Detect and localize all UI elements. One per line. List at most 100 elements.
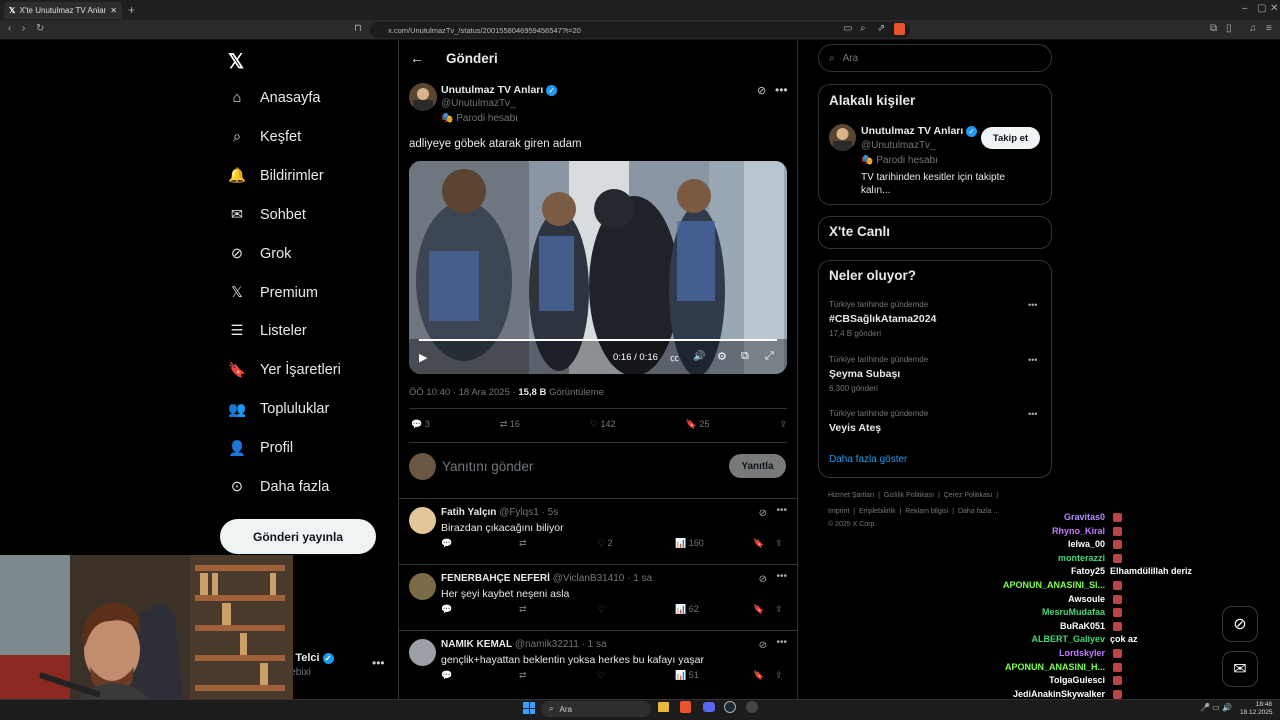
taskbar-search[interactable]: ⌕ Ara (541, 701, 651, 717)
reply-action-icon[interactable]: 💬 (441, 538, 452, 549)
extensions-icon[interactable]: ⧉ (1210, 23, 1217, 34)
reply-more-icon[interactable]: ••• (776, 571, 787, 582)
sidebar-item[interactable]: 🔔 Bildirimler (228, 164, 324, 188)
reply-more-icon[interactable]: ••• (776, 637, 787, 648)
reply-author[interactable]: Fatih Yalçın (441, 507, 496, 518)
menu-icon[interactable]: ≡ (1266, 23, 1272, 34)
show-more-link[interactable]: Daha fazla göster (829, 454, 907, 465)
brave-shield-icon[interactable] (894, 23, 905, 35)
pip-icon[interactable]: ⧉ (741, 350, 749, 363)
share-action-icon[interactable]: ⇪ (775, 538, 783, 549)
trend-item[interactable]: Türkiye tarihinde gündemde #CBSağlıkAtama… (829, 300, 936, 338)
share-action-icon[interactable]: ⇪ (779, 419, 787, 430)
reply-more-icon[interactable]: ••• (776, 505, 787, 516)
sidebar-item[interactable]: ⊙ Daha fazla (228, 475, 329, 499)
footer-link[interactable]: Gizlilik Politikası (884, 492, 934, 499)
footer-link[interactable]: Erişilebilirlik (859, 508, 896, 515)
reply-author[interactable]: FENERBAHÇE NEFERİ (441, 573, 550, 584)
close-window-icon[interactable]: ✕ (1270, 3, 1278, 14)
like-action[interactable]: ♡ 2 (597, 538, 613, 549)
views-action[interactable]: 📊 51 (675, 670, 699, 681)
bookmark-page-icon[interactable]: ⊓ (354, 23, 362, 34)
related-name[interactable]: Unutulmaz TV Anları ✓ (861, 125, 978, 137)
account-name[interactable]: r Telci ✓ (288, 652, 334, 664)
author-name[interactable]: Unutulmaz TV Anları ✓ (441, 84, 558, 96)
sidebar-item[interactable]: ⊘ Grok (228, 242, 292, 266)
footer-link[interactable]: Çerez Politikası (944, 492, 993, 499)
reply-action-icon[interactable]: 💬 (441, 670, 452, 681)
trend-item[interactable]: Türkiye tarihinde gündemde Veyis Ateş (829, 409, 928, 438)
bookmark-action[interactable]: 🔖 25 (686, 419, 710, 430)
minimize-icon[interactable]: – (1242, 3, 1248, 14)
clock[interactable]: 18:48 18.12.2025 (1240, 701, 1273, 717)
account-more-icon[interactable]: ••• (372, 656, 385, 670)
sidebar-item[interactable]: 🔖 Yer İşaretleri (228, 358, 341, 382)
post-more-icon[interactable]: ••• (775, 83, 788, 97)
share-icon[interactable]: ⇗ (877, 23, 885, 34)
sidebar-toggle-icon[interactable]: ▯ (1226, 23, 1232, 34)
reply-item[interactable]: NAMIK KEMAL @namik32211 · 1 sa gençlik+ha… (399, 630, 797, 696)
steam-icon[interactable] (724, 701, 736, 713)
author-handle[interactable]: @UnutulmazTv_ (441, 98, 516, 109)
retweet-action[interactable]: ⇄ (519, 538, 527, 549)
reply-item[interactable]: FENERBAHÇE NEFERİ @ViclanB31410 · 1 sa He… (399, 564, 797, 630)
play-icon[interactable]: ▶ (419, 351, 427, 364)
views-action[interactable]: 📊 160 (675, 538, 704, 549)
trend-item[interactable]: Türkiye tarihinde gündemde Şeyma Subaşı 6.… (829, 355, 928, 393)
trend-more-icon[interactable]: ••• (1028, 355, 1037, 365)
post-button[interactable]: Gönderi yayınla (220, 519, 376, 554)
sidebar-item[interactable]: ⌕ Keşfet (228, 125, 301, 149)
maximize-icon[interactable]: ▢ (1257, 3, 1266, 14)
sidebar-item[interactable]: ✉ Sohbet (228, 203, 306, 227)
retweet-action[interactable]: ⇄ 16 (500, 419, 520, 430)
bookmark-action-icon[interactable]: 🔖 (753, 538, 764, 549)
grok-explain-icon[interactable]: ⊘ (759, 574, 767, 585)
discord-icon[interactable] (703, 702, 715, 712)
video-player[interactable]: ▶ 0:16 / 0:16 ㏄ 🔊 ⚙ ⧉ ⤢ (409, 161, 787, 374)
music-icon[interactable]: ♫ (1249, 23, 1257, 34)
tray-icons[interactable]: 🎤 ▭ 🔊 (1200, 703, 1232, 712)
trend-more-icon[interactable]: ••• (1028, 300, 1037, 310)
install-icon[interactable]: ▭ (843, 23, 852, 34)
reply-avatar[interactable] (409, 507, 436, 534)
sidebar-item[interactable]: 👥 Topluluklar (228, 397, 329, 421)
file-explorer-icon[interactable] (658, 702, 669, 712)
browser-tab[interactable]: 𝕏 X'te Unutulmaz TV Anları: "adliy... ✕ (4, 2, 122, 19)
windows-start-icon[interactable] (523, 702, 535, 714)
video-progress-track[interactable] (419, 339, 777, 341)
new-tab-button[interactable]: + (128, 3, 135, 17)
grok-fab-icon[interactable]: ⊘ (1222, 606, 1258, 642)
search-input[interactable]: ⌕ Ara (818, 44, 1052, 72)
bookmark-action-icon[interactable]: 🔖 (753, 670, 764, 681)
author-avatar[interactable] (409, 83, 437, 111)
reply-handle[interactable]: @ViclanB31410 (553, 573, 625, 584)
footer-link[interactable]: Reklam bilgisi (905, 508, 948, 515)
footer-link[interactable]: Imprint (828, 508, 849, 515)
like-action[interactable]: ♡ 142 (590, 419, 616, 430)
grok-explain-icon[interactable]: ⊘ (759, 640, 767, 651)
sidebar-item[interactable]: 𝕏 Premium (228, 281, 318, 305)
reply-avatar[interactable] (409, 639, 436, 666)
reply-submit-button[interactable]: Yanıtla (729, 454, 786, 478)
share-action-icon[interactable]: ⇪ (775, 670, 783, 681)
like-action[interactable]: ♡ (597, 670, 605, 681)
retweet-action[interactable]: ⇄ (519, 670, 527, 681)
reply-avatar[interactable] (409, 573, 436, 600)
views-action[interactable]: 📊 62 (675, 604, 699, 615)
grok-explain-icon[interactable]: ⊘ (759, 508, 767, 519)
share-action-icon[interactable]: ⇪ (775, 604, 783, 615)
zoom-icon[interactable]: ⌕ (860, 23, 866, 34)
close-tab-icon[interactable]: ✕ (110, 6, 117, 15)
volume-icon[interactable]: 🔊 (693, 351, 705, 362)
reply-author[interactable]: NAMIK KEMAL (441, 639, 512, 650)
bookmark-action-icon[interactable]: 🔖 (753, 604, 764, 615)
reload-icon[interactable]: ↻ (36, 23, 44, 34)
trend-more-icon[interactable]: ••• (1028, 409, 1037, 419)
follow-button[interactable]: Takip et (981, 127, 1040, 149)
reply-input[interactable]: Yanıtını gönder (442, 459, 533, 474)
forward-icon[interactable]: › (22, 23, 25, 34)
reply-handle[interactable]: @namik32211 (515, 639, 579, 650)
back-icon[interactable]: ‹ (8, 23, 11, 34)
sidebar-item[interactable]: ☰ Listeler (228, 319, 307, 343)
reply-item[interactable]: Fatih Yalçın @Fylqs1 · 5s Birazdan çıkaca… (399, 498, 797, 564)
